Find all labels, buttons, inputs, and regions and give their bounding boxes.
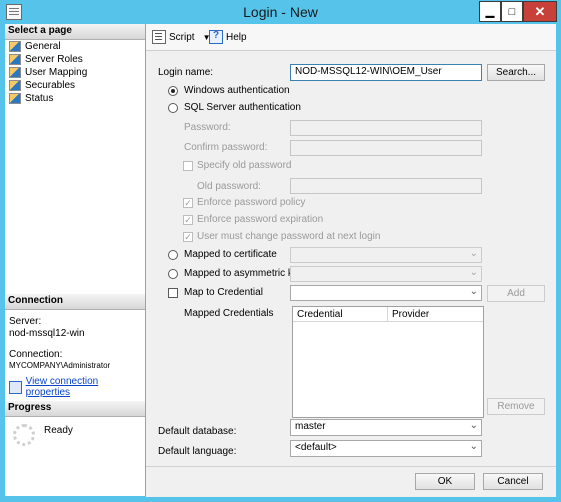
mapped-asymmetric-key-radio[interactable] <box>168 269 178 279</box>
sidebar-item-label: User Mapping <box>25 67 88 78</box>
select-page-header: Select a page <box>5 24 145 40</box>
map-to-credential-checkbox[interactable] <box>168 288 178 298</box>
must-change-label: User must change password at next login <box>197 231 381 242</box>
chevron-down-icon: ⌄ <box>469 267 478 278</box>
sql-auth-radio[interactable] <box>168 103 178 113</box>
chevron-down-icon: ⌄ <box>469 420 478 431</box>
main-panel: Script ▼ Help Login name: NOD-MSSQL12-WI… <box>146 24 556 497</box>
mapped-asymmetric-key-label: Mapped to asymmetric key <box>184 268 304 279</box>
login-new-window: Login - New ▁ □ ✕ Select a page General … <box>0 0 561 502</box>
confirm-password-label: Confirm password: <box>184 142 268 153</box>
grid-header: Credential Provider <box>293 307 483 322</box>
login-name-input[interactable]: NOD-MSSQL12-WIN\OEM_User <box>290 64 482 81</box>
windows-auth-radio[interactable] <box>168 86 178 96</box>
help-button[interactable]: Help <box>209 30 247 44</box>
enforce-expiration-label: Enforce password expiration <box>197 214 324 225</box>
help-label: Help <box>226 31 247 43</box>
ok-button[interactable]: OK <box>415 473 475 490</box>
server-label: Server: <box>9 316 42 327</box>
chevron-down-icon: ⌄ <box>469 248 478 259</box>
default-database-dropdown[interactable]: master ⌄ <box>290 419 482 436</box>
old-password-input[interactable] <box>290 178 482 194</box>
script-icon <box>152 30 166 44</box>
default-language-dropdown[interactable]: <default> ⌄ <box>290 440 482 457</box>
password-label: Password: <box>184 122 231 133</box>
enforce-policy-label: Enforce password policy <box>197 197 306 208</box>
cancel-button[interactable]: Cancel <box>483 473 543 490</box>
maximize-button[interactable]: □ <box>501 1 523 22</box>
page-icon <box>9 80 21 91</box>
sidebar-item-securables[interactable]: Securables <box>5 79 145 92</box>
toolbar: Script ▼ Help <box>146 24 556 51</box>
close-button[interactable]: ✕ <box>523 1 557 22</box>
add-button[interactable]: Add <box>487 285 545 302</box>
certificate-dropdown[interactable]: ⌄ <box>290 247 482 263</box>
title-bar: Login - New ▁ □ ✕ <box>0 0 561 24</box>
footer-bar: OK Cancel <box>146 466 556 497</box>
column-header-credential[interactable]: Credential <box>293 307 388 321</box>
remove-button[interactable]: Remove <box>487 398 545 415</box>
credential-dropdown[interactable]: ⌄ <box>290 285 482 301</box>
specify-old-password-label: Specify old password <box>197 160 292 171</box>
progress-header: Progress <box>5 401 145 417</box>
mapped-credentials-label: Mapped Credentials <box>184 308 274 319</box>
dialog-content: Select a page General Server Roles User … <box>5 24 556 497</box>
column-header-provider[interactable]: Provider <box>388 307 483 321</box>
specify-old-password-checkbox[interactable] <box>183 161 193 171</box>
sidebar-item-status[interactable]: Status <box>5 92 145 105</box>
connection-label: Connection: <box>9 349 63 360</box>
page-icon <box>9 54 21 65</box>
windows-auth-label: Windows authentication <box>184 85 290 96</box>
sidebar-item-user-mapping[interactable]: User Mapping <box>5 66 145 79</box>
view-connection-properties[interactable]: View connection properties <box>5 370 145 398</box>
page-icon <box>9 41 21 52</box>
mapped-credentials-grid[interactable]: Credential Provider <box>292 306 484 418</box>
asymmetric-key-dropdown[interactable]: ⌄ <box>290 266 482 282</box>
sidebar-item-label: Status <box>25 93 54 104</box>
enforce-expiration-checkbox[interactable]: ✓ <box>183 215 193 225</box>
sidebar-item-label: Securables <box>25 80 76 91</box>
mapped-certificate-label: Mapped to certificate <box>184 249 277 260</box>
minimize-button[interactable]: ▁ <box>479 1 501 22</box>
mapped-certificate-radio[interactable] <box>168 250 178 260</box>
connection-section: Connection Server: nod-mssql12-win Conne… <box>5 294 145 398</box>
old-password-label: Old password: <box>197 181 261 192</box>
sidebar-item-label: General <box>25 41 61 52</box>
page-icon <box>9 67 21 78</box>
sidebar-item-general[interactable]: General <box>5 40 145 53</box>
password-input[interactable] <box>290 120 482 136</box>
connection-value: MYCOMPANY\Administrator <box>9 361 111 370</box>
help-icon <box>209 30 223 44</box>
progress-section: Progress Ready <box>5 401 145 457</box>
left-panel: Select a page General Server Roles User … <box>5 24 146 496</box>
login-name-label: Login name: <box>158 67 214 78</box>
enforce-policy-checkbox[interactable]: ✓ <box>183 198 193 208</box>
confirm-password-input[interactable] <box>290 140 482 156</box>
script-button[interactable]: Script ▼ <box>152 30 210 44</box>
progress-status: Ready <box>44 425 73 436</box>
connection-properties-icon <box>9 380 22 394</box>
must-change-checkbox[interactable]: ✓ <box>183 232 193 242</box>
server-value: nod-mssql12-win <box>9 328 85 339</box>
progress-spinner-icon <box>13 424 35 446</box>
chevron-down-icon: ⌄ <box>469 286 478 297</box>
connection-header: Connection <box>5 294 145 310</box>
default-database-label: Default database: <box>158 426 237 437</box>
view-connection-link[interactable]: View connection properties <box>26 376 141 398</box>
chevron-down-icon: ⌄ <box>469 441 478 452</box>
search-button[interactable]: Search... <box>487 64 545 81</box>
sidebar-item-label: Server Roles <box>25 54 83 65</box>
default-database-value: master <box>295 421 326 432</box>
map-to-credential-label: Map to Credential <box>184 287 263 298</box>
window-title: Login - New <box>243 4 318 20</box>
default-language-value: <default> <box>295 442 337 453</box>
sql-auth-label: SQL Server authentication <box>184 102 301 113</box>
default-language-label: Default language: <box>158 446 237 457</box>
sidebar-item-server-roles[interactable]: Server Roles <box>5 53 145 66</box>
page-icon <box>9 93 21 104</box>
script-label: Script <box>169 31 195 43</box>
